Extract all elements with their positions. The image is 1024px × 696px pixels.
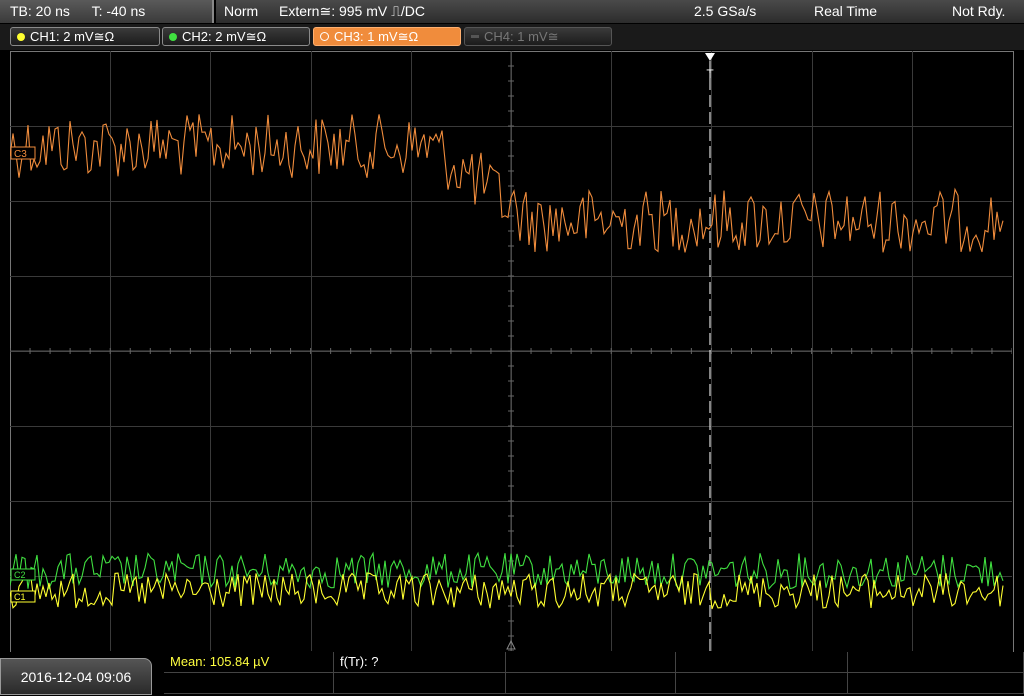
measurement-frequency[interactable]: f(Tr): ? bbox=[334, 652, 506, 673]
channel-3-color-dot-icon bbox=[320, 32, 329, 41]
timebase-value: TB: 20 ns bbox=[10, 3, 70, 19]
bottom-bar: 2016-12-04 09:06 Mean: 105.84 µV f(Tr): … bbox=[0, 652, 1024, 695]
trigger-source: Extern≅: 995 mV ⎍/DC bbox=[279, 3, 426, 19]
sample-rate: 2.5 GSa/s bbox=[694, 3, 757, 19]
channel-2-level-marker: C2 bbox=[10, 568, 36, 581]
top-status-bar: TB: 20 ns T: -40 ns Norm Extern≅: 995 mV… bbox=[0, 0, 1024, 24]
channel-2-button[interactable]: CH2: 2 mV≅Ω bbox=[162, 27, 310, 46]
channel-3-label: CH3: 1 mV≅Ω bbox=[334, 29, 419, 44]
run-status: Not Rdy. bbox=[952, 3, 1006, 19]
measurement-slot-8[interactable] bbox=[506, 673, 676, 694]
channel-4-button[interactable]: CH4: 1 mV≅ bbox=[464, 27, 612, 46]
trigger-position-marker-icon bbox=[705, 53, 715, 61]
channel-1-button[interactable]: CH1: 2 mV≅Ω bbox=[10, 27, 160, 46]
trigger-acquisition-box[interactable]: Norm Extern≅: 995 mV ⎍/DC 2.5 GSa/s Real… bbox=[216, 0, 1024, 23]
trigger-mode: Norm bbox=[224, 3, 259, 19]
channel-bar: CH1: 2 mV≅Ω CH2: 2 mV≅Ω CH3: 1 mV≅Ω CH4:… bbox=[0, 24, 1024, 50]
measurement-slot-5[interactable] bbox=[848, 652, 1024, 673]
ch3-marker-label: C3 bbox=[14, 149, 27, 160]
frequency-value: f(Tr): ? bbox=[340, 654, 379, 669]
measurement-mean[interactable]: Mean: 105.84 µV bbox=[164, 652, 334, 673]
trigger-label: T bbox=[706, 67, 714, 81]
measurement-slot-9[interactable] bbox=[676, 673, 848, 694]
ch1-marker-label: C1 bbox=[14, 592, 26, 602]
channel-1-color-dot-icon bbox=[17, 33, 25, 41]
datetime-value: 2016-12-04 09:06 bbox=[20, 669, 132, 685]
acquisition-mode: Real Time bbox=[814, 3, 878, 19]
measurement-slot-4[interactable] bbox=[676, 652, 848, 673]
timebase-box[interactable]: TB: 20 ns T: -40 ns bbox=[0, 0, 214, 23]
channel-1-waveform bbox=[10, 571, 1004, 610]
ch2-marker-label: C2 bbox=[14, 570, 26, 580]
channel-2-label: CH2: 2 mV≅Ω bbox=[182, 29, 267, 44]
datetime-box: 2016-12-04 09:06 bbox=[0, 658, 152, 695]
waveform-svg: T C3 C2 C1 bbox=[10, 51, 1012, 651]
measurement-slot-3[interactable] bbox=[506, 652, 676, 673]
channel-1-label: CH1: 2 mV≅Ω bbox=[30, 29, 115, 44]
mean-value: Mean: 105.84 µV bbox=[170, 654, 270, 669]
channel-1-level-marker: C1 bbox=[10, 590, 36, 603]
channel-4-off-icon bbox=[471, 35, 479, 38]
channel-3-button[interactable]: CH3: 1 mV≅Ω bbox=[313, 27, 461, 46]
channel-3-level-marker: C3 bbox=[10, 146, 36, 160]
channel-4-label: CH4: 1 mV≅ bbox=[484, 29, 559, 44]
measurement-slot-7[interactable] bbox=[334, 673, 506, 694]
measurement-slot-10[interactable] bbox=[848, 673, 1024, 694]
measurement-slot-6[interactable] bbox=[164, 673, 334, 694]
channel-2-color-dot-icon bbox=[169, 33, 177, 41]
channel-3-waveform bbox=[10, 114, 1004, 253]
trigger-time-value: T: -40 ns bbox=[91, 3, 146, 19]
